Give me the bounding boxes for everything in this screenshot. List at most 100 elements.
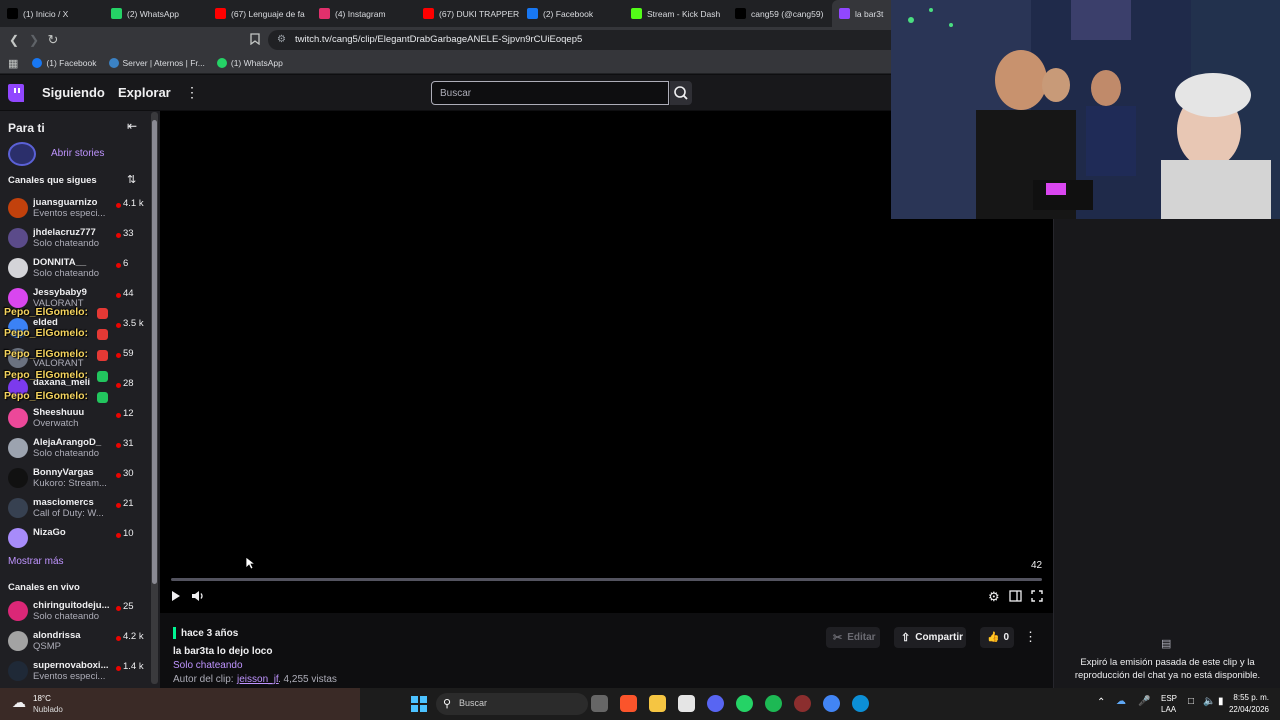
lang-primary[interactable]: ESP [1161,694,1177,703]
play-icon[interactable] [171,590,181,605]
channel-avatar [8,631,28,651]
speaker-icon[interactable]: 🔈 [1203,696,1215,707]
share-button[interactable]: ⇧ Compartir [894,627,966,648]
clip-author-link[interactable]: jeisson_jf [237,674,279,685]
browser-tab[interactable]: (67) DUKI TRAPPER [416,0,520,27]
clock-time[interactable]: 8:55 p. m. [1227,693,1269,702]
apps-grid-icon[interactable]: ▦ [8,57,18,70]
back-icon[interactable]: ❮ [7,33,21,47]
fullscreen-icon[interactable] [1031,590,1043,605]
twitch-logo-icon[interactable] [8,84,24,102]
chrome-icon[interactable] [823,695,840,712]
tray-chevron-icon[interactable]: ⌃ [1097,697,1105,708]
browser-tab[interactable]: Stream - Kick Dash [624,0,728,27]
stories-avatar[interactable] [8,142,36,166]
reload-icon[interactable]: ↻ [46,33,60,47]
bookmark-item[interactable]: (1) Facebook [32,58,97,68]
channel-name: AlejaArangoD_ [33,437,102,448]
taskbar-search-box[interactable]: ⚲ Buscar [436,693,588,715]
store-icon[interactable] [678,695,695,712]
followed-channels-header: Canales que sigues [8,175,97,186]
channel-row[interactable]: BonnyVargas Kukoro: Stream... 30 [0,463,150,493]
x-icon [7,8,18,19]
mic-icon[interactable]: 🎤 [1138,696,1150,707]
bookmark-item[interactable]: (1) WhatsApp [216,58,283,68]
channel-game: Solo chateando [33,448,100,459]
mouse-cursor-icon [245,556,255,570]
viewer-count: 28 [123,378,134,389]
clip-views: . 4,255 vistas [278,674,337,685]
search-button[interactable] [670,81,692,105]
channel-row[interactable]: supernovaboxi... Eventos especi... 1.4 k [0,656,150,686]
channel-row[interactable]: NizaGo 10 [0,523,150,553]
brave-icon[interactable] [620,695,637,712]
network-icon[interactable]: □ [1188,696,1194,707]
channel-row[interactable]: juansguarnizo Eventos especi... 4.1 k [0,193,150,223]
chat-emote-icon [97,329,108,340]
search-input[interactable] [431,81,669,105]
volume-icon[interactable] [191,590,204,605]
channel-row[interactable]: Sheeshuuu Overwatch 12 [0,403,150,433]
browser-tab[interactable]: cang59 (@cang59) [728,0,832,27]
sidebar-scrollbar-thumb[interactable] [152,120,157,584]
channel-name: NizaGo [33,527,66,538]
browser-tab[interactable]: (2) WhatsApp [104,0,208,27]
overlay-chat-username: Pepo_ElGomelo: [4,327,89,339]
onedrive-icon[interactable]: ☁ [1116,696,1126,707]
channel-row[interactable]: DONNITA__ Solo chateando 6 [0,253,150,283]
task-view-icon[interactable] [591,695,608,712]
channel-avatar [8,258,28,278]
site-info-icon[interactable]: ⚙ [277,30,286,50]
browser-tab-label: (67) Lenguaje de fa [231,8,305,19]
spotify-icon[interactable] [765,695,782,712]
bookmark-icon[interactable] [248,33,262,47]
show-more-link[interactable]: Mostrar más [8,556,64,567]
forward-icon[interactable]: ❯ [27,33,41,47]
clip-more-icon[interactable]: ⋮ [1024,629,1037,645]
taskbar-wallpaper-tint [0,688,360,720]
edit-button-label: Editar [847,632,876,643]
edge-icon[interactable] [852,695,869,712]
channel-row[interactable]: chiringuitodeju... Solo chateando 25 [0,596,150,626]
browser-tab[interactable]: (2) Facebook [520,0,624,27]
live-dot-icon [116,263,121,268]
file-explorer-icon[interactable] [649,695,666,712]
nav-browse[interactable]: Explorar [118,85,171,100]
browser-tab[interactable]: (4) Instagram [312,0,416,27]
live-dot-icon [116,323,121,328]
discord-icon[interactable] [707,695,724,712]
settings-icon[interactable]: ⚙ [988,589,1000,605]
lang-secondary[interactable]: LAA [1161,705,1176,714]
browser-tab[interactable]: (1) Inicio / X [0,0,104,27]
browser-tab[interactable]: (67) Lenguaje de fa [208,0,312,27]
channel-row[interactable]: jhdelacruz777 Solo chateando 33 [0,223,150,253]
channel-row[interactable]: masciomercs Call of Duty: W... 21 [0,493,150,523]
channel-avatar [8,468,28,488]
progress-bar[interactable] [171,578,1042,581]
channel-avatar [8,601,28,621]
collapse-sidebar-icon[interactable]: ⇤ [127,119,137,133]
clip-category-link[interactable]: Solo chateando [173,660,243,671]
channel-row[interactable]: alondrissa QSMP 4.2 k [0,626,150,656]
bookmark-label: Server | Aternos | Fr... [122,58,205,68]
chat-panel: ▤ Expiró la emisión pasada de este clip … [1053,219,1280,688]
like-button[interactable]: 👍 0 [980,627,1014,648]
bookmark-item[interactable]: Server | Aternos | Fr... [108,58,205,68]
sort-icon[interactable]: ⇅ [127,173,136,186]
live-dot-icon [116,666,121,671]
nav-following[interactable]: Siguiendo [42,85,105,100]
windows-start-icon[interactable] [411,696,427,712]
chat-emote-icon [97,308,108,319]
more-options-icon[interactable]: ⋮ [185,84,199,101]
clock-date[interactable]: 22/04/2026 [1222,705,1269,714]
open-stories-link[interactable]: Abrir stories [51,148,104,159]
app-icon[interactable] [794,695,811,712]
clip-info: hace 3 años la bar3ta lo dejo loco Solo … [160,613,1053,688]
edit-button[interactable]: ✂ Editar [826,627,880,648]
channel-row[interactable]: AlejaArangoD_ Solo chateando 31 [0,433,150,463]
overlay-chat-username: Pepo_ElGomelo: [4,369,89,381]
weather-icon[interactable]: ☁ [12,694,26,711]
theatre-mode-icon[interactable] [1009,590,1022,605]
tiktok-icon [735,8,746,19]
whatsapp-taskbar-icon[interactable] [736,695,753,712]
